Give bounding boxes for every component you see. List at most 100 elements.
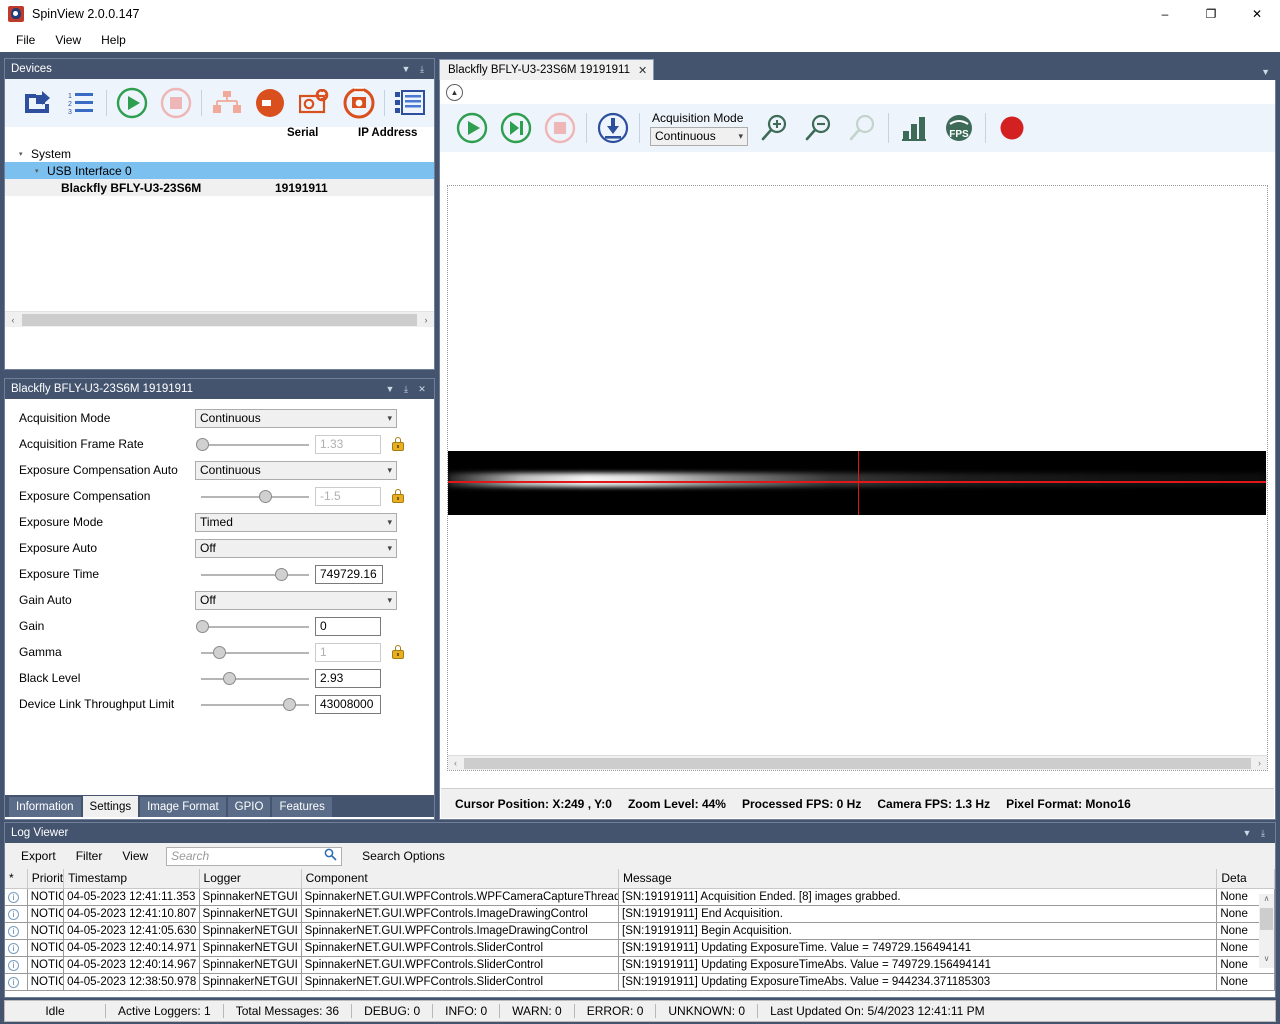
black-level-slider[interactable] xyxy=(195,669,315,688)
table-row[interactable]: i NOTICE 04-05-2023 12:40:14.971 Spinnak… xyxy=(5,939,1275,956)
gain-value[interactable]: 0 xyxy=(315,617,381,636)
black-level-value[interactable]: 2.93 xyxy=(315,669,381,688)
minimize-button[interactable]: – xyxy=(1142,0,1188,28)
single-frame-icon[interactable] xyxy=(494,106,538,150)
fps-icon[interactable]: FPS xyxy=(937,106,981,150)
close-button[interactable]: ✕ xyxy=(1234,0,1280,28)
lock-icon[interactable] xyxy=(391,645,405,660)
lock-icon[interactable] xyxy=(391,489,405,504)
acquisition-mode-combo[interactable]: Continuous ▾ xyxy=(195,409,397,428)
search-icon[interactable] xyxy=(324,848,337,864)
slider-thumb[interactable] xyxy=(283,698,296,711)
settings-collapse-icon[interactable]: ▼ xyxy=(382,381,398,397)
table-row[interactable]: i NOTICE 04-05-2023 12:41:10.807 Spinnak… xyxy=(5,905,1275,922)
scroll-thumb[interactable] xyxy=(1260,908,1273,930)
device-link-throughput-slider[interactable] xyxy=(195,695,315,714)
col-priority[interactable]: Priorit xyxy=(27,869,63,888)
col-timestamp[interactable]: Timestamp xyxy=(64,869,199,888)
gain-auto-combo[interactable]: Off ▾ xyxy=(195,591,397,610)
tree-item-usb-interface-0[interactable]: ▾ USB Interface 0 xyxy=(5,162,434,179)
exposure-time-value[interactable]: 749729.16 xyxy=(315,565,383,584)
connect-arrow-icon[interactable] xyxy=(249,81,293,125)
chevron-down-icon[interactable]: ▾ xyxy=(387,517,392,528)
export-button[interactable]: Export xyxy=(11,846,66,866)
chevron-down-icon[interactable]: ▾ xyxy=(387,465,392,476)
scroll-right-arrow-icon[interactable]: › xyxy=(1252,758,1267,768)
lock-icon[interactable] xyxy=(391,437,405,452)
tree-item-system[interactable]: ▾ System xyxy=(5,145,434,162)
scroll-left-arrow-icon[interactable]: ‹ xyxy=(5,315,21,325)
col-logger[interactable]: Logger xyxy=(199,869,301,888)
tabbar-dropdown-icon[interactable]: ▼ xyxy=(1261,67,1270,77)
scroll-down-arrow-icon[interactable]: ∨ xyxy=(1264,954,1270,968)
tab-features[interactable]: Features xyxy=(272,797,331,817)
zoom-in-icon[interactable] xyxy=(752,106,796,150)
export-device-icon[interactable] xyxy=(15,81,59,125)
devices-pin-icon[interactable]: ⤓ xyxy=(414,61,430,77)
slider-thumb[interactable] xyxy=(213,646,226,659)
chevron-down-icon[interactable]: ▾ xyxy=(387,413,392,424)
record-icon[interactable] xyxy=(990,106,1034,150)
devices-collapse-icon[interactable]: ▼ xyxy=(398,61,414,77)
slider-thumb[interactable] xyxy=(259,490,272,503)
stop-acquisition-icon[interactable] xyxy=(538,106,582,150)
acquisition-frame-rate-slider[interactable] xyxy=(195,435,315,454)
gamma-value[interactable]: 1 xyxy=(315,643,381,662)
exposure-auto-combo[interactable]: Off ▾ xyxy=(195,539,397,558)
chevron-down-icon[interactable]: ▾ xyxy=(387,595,392,606)
zoom-out-icon[interactable] xyxy=(796,106,840,150)
expander-icon[interactable]: ▾ xyxy=(35,167,45,175)
tree-item-blackfly-camera[interactable]: Blackfly BFLY-U3-23S6M 19191911 xyxy=(5,179,434,196)
chevron-down-icon[interactable]: ▾ xyxy=(387,543,392,554)
slider-thumb[interactable] xyxy=(196,438,209,451)
slider-thumb[interactable] xyxy=(223,672,236,685)
gain-slider[interactable] xyxy=(195,617,315,636)
image-viewport[interactable]: ‹ › xyxy=(447,185,1268,771)
tab-information[interactable]: Information xyxy=(9,797,81,817)
slider-thumb[interactable] xyxy=(275,568,288,581)
camera-tab-blackfly[interactable]: Blackfly BFLY-U3-23S6M 19191911 ✕ xyxy=(439,59,654,80)
exposure-mode-combo[interactable]: Timed ▾ xyxy=(195,513,397,532)
histogram-icon[interactable] xyxy=(893,106,937,150)
maximize-button[interactable]: ❐ xyxy=(1188,0,1234,28)
ip-address-icon[interactable] xyxy=(388,81,432,125)
scroll-left-arrow-icon[interactable]: ‹ xyxy=(448,758,463,768)
collapse-toolbar-button[interactable]: ▲ xyxy=(446,84,463,101)
col-component[interactable]: Component xyxy=(301,869,618,888)
col-details[interactable]: Deta xyxy=(1217,869,1275,888)
log-vscrollbar[interactable]: ∧ ∨ xyxy=(1259,894,1274,968)
device-link-throughput-value[interactable]: 43008000 xyxy=(315,695,381,714)
menu-file[interactable]: File xyxy=(6,30,45,50)
chevron-down-icon[interactable]: ▾ xyxy=(738,131,743,142)
exposure-compensation-value[interactable]: -1.5 xyxy=(315,487,381,506)
acquisition-frame-rate-value[interactable]: 1.33 xyxy=(315,435,381,454)
start-acquisition-icon[interactable] xyxy=(450,106,494,150)
col-message[interactable]: Message xyxy=(619,869,1217,888)
exposure-compensation-slider[interactable] xyxy=(195,487,315,506)
tab-settings[interactable]: Settings xyxy=(83,796,139,817)
camera-refresh-icon[interactable] xyxy=(337,81,381,125)
network-tree-icon[interactable] xyxy=(205,81,249,125)
scroll-thumb[interactable] xyxy=(22,314,417,326)
zoom-fit-icon[interactable] xyxy=(840,106,884,150)
table-row[interactable]: i NOTICE 04-05-2023 12:38:50.978 Spinnak… xyxy=(5,973,1275,990)
col-mark[interactable]: * xyxy=(5,869,27,888)
stop-all-icon[interactable] xyxy=(154,81,198,125)
viewport-hscrollbar[interactable]: ‹ › xyxy=(448,755,1267,770)
table-row[interactable]: i NOTICE 04-05-2023 12:41:05.630 Spinnak… xyxy=(5,922,1275,939)
exposure-compensation-auto-combo[interactable]: Continuous ▾ xyxy=(195,461,397,480)
scroll-right-arrow-icon[interactable]: › xyxy=(418,315,434,325)
menu-help[interactable]: Help xyxy=(91,30,136,50)
slider-thumb[interactable] xyxy=(196,620,209,633)
acquisition-mode-select[interactable]: Continuous ▾ xyxy=(650,127,748,146)
device-tree-hscrollbar[interactable]: ‹ › xyxy=(5,311,434,327)
log-collapse-icon[interactable]: ▼ xyxy=(1239,825,1255,841)
scroll-up-arrow-icon[interactable]: ∧ xyxy=(1264,894,1270,908)
view-button[interactable]: View xyxy=(112,846,158,866)
menu-view[interactable]: View xyxy=(45,30,91,50)
save-image-icon[interactable] xyxy=(591,106,635,150)
table-row[interactable]: i NOTICE 04-05-2023 12:40:14.967 Spinnak… xyxy=(5,956,1275,973)
exposure-time-slider[interactable] xyxy=(195,565,315,584)
enumerate-list-icon[interactable]: 1 2 3 xyxy=(59,81,103,125)
start-all-icon[interactable] xyxy=(110,81,154,125)
